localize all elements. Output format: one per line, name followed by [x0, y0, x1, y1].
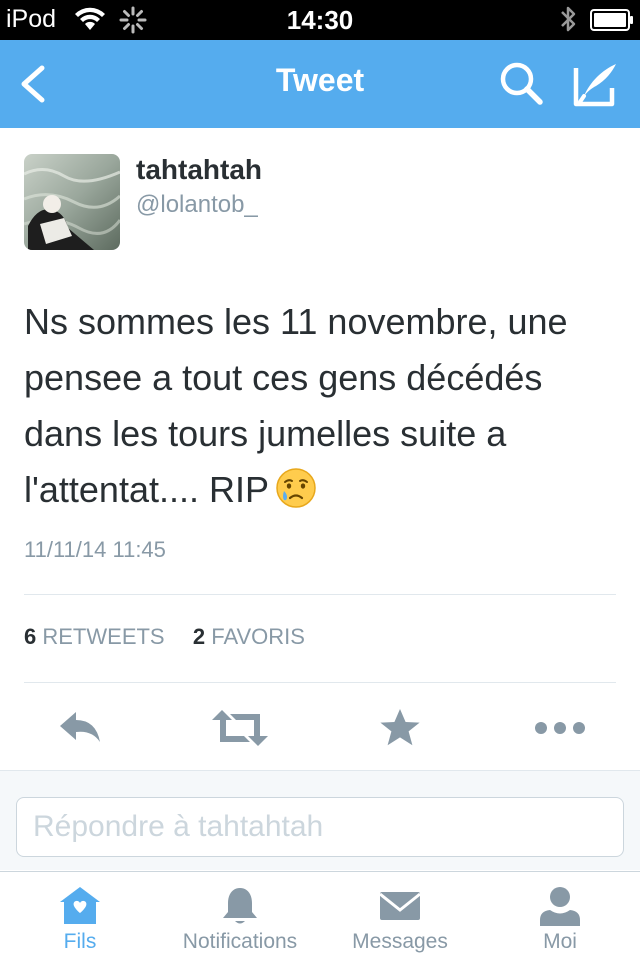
crying-face-emoji-icon [276, 468, 316, 509]
retweet-button[interactable] [210, 700, 270, 756]
retweets-count[interactable]: 6 [24, 624, 36, 649]
status-time: 14:30 [286, 5, 354, 35]
star-icon [380, 709, 420, 746]
person-icon [540, 887, 580, 926]
home-icon [60, 887, 100, 924]
favorites-label[interactable]: FAVORIS [211, 624, 305, 649]
reply-icon [60, 712, 100, 742]
battery-icon [590, 9, 633, 31]
bell-icon [223, 888, 257, 924]
tweet-actions [0, 700, 640, 756]
tab-label: Notifications [182, 930, 298, 953]
tab-label: Messages [352, 930, 448, 953]
tab-bar: Fils Notifications Messages Moi [0, 871, 640, 960]
reply-button[interactable] [50, 700, 110, 756]
more-dots-icon [535, 722, 585, 734]
tab-me[interactable]: Moi [480, 872, 640, 960]
divider [24, 594, 616, 595]
tweet-stats: 6 RETWEETS 2 FAVORIS [24, 624, 305, 650]
tweet-timestamp: 11/11/14 11:45 [24, 537, 166, 562]
tab-label: Fils [63, 930, 97, 953]
tab-notifications[interactable]: Notifications [160, 872, 320, 960]
divider [24, 682, 616, 683]
tweet-text-line: dans les tours jumelles suite a [24, 413, 507, 454]
tweet-text-last-line: l'attentat.... RIP [24, 462, 624, 518]
avatar-image [24, 154, 120, 250]
nav-bar: Tweet [0, 40, 640, 128]
tweet-text-line: Ns sommes les 11 novembre, une [24, 301, 568, 342]
reply-input[interactable] [16, 797, 624, 857]
favorites-count[interactable]: 2 [193, 624, 205, 649]
avatar[interactable] [24, 154, 120, 250]
user-handle[interactable]: @lolantob_ [136, 191, 258, 219]
bluetooth-icon [561, 6, 576, 32]
tab-messages[interactable]: Messages [320, 872, 480, 960]
search-icon[interactable] [498, 60, 546, 108]
tab-label: Moi [543, 930, 577, 953]
reply-area [0, 770, 640, 870]
tab-home[interactable]: Fils [0, 872, 160, 960]
user-name[interactable]: tahtahtah [136, 154, 262, 186]
favorite-button[interactable] [370, 700, 430, 756]
compose-icon[interactable] [570, 58, 622, 110]
retweet-icon [212, 710, 268, 746]
tweet-text: Ns sommes les 11 novembre, une pensee a … [24, 294, 624, 518]
envelope-icon [379, 892, 421, 920]
more-button[interactable] [530, 700, 590, 756]
status-bar: iPod 14:30 [0, 0, 640, 40]
retweets-label[interactable]: RETWEETS [42, 624, 164, 649]
tweet-text-line: l'attentat.... RIP [24, 469, 269, 510]
tweet-text-line: pensee a tout ces gens décédés [24, 357, 543, 398]
